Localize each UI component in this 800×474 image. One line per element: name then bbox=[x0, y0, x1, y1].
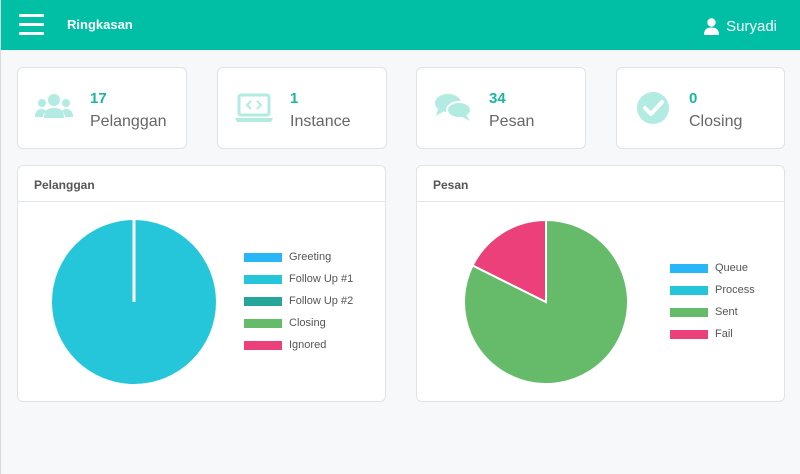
user-name: Suryadi bbox=[726, 17, 777, 35]
laptop-code-icon bbox=[235, 93, 273, 122]
legend-swatch bbox=[244, 274, 282, 284]
legend-item[interactable]: Sent bbox=[670, 301, 755, 323]
legend-swatch bbox=[670, 307, 708, 317]
legend-label: Sent bbox=[715, 306, 738, 318]
stat-card-instance: 1 Instance bbox=[217, 67, 387, 149]
pelanggan-legend: Greeting Follow Up #1 Follow Up #2 Closing I… bbox=[244, 246, 353, 356]
legend-item[interactable]: Ignored bbox=[244, 334, 353, 356]
legend-label: Ignored bbox=[289, 339, 327, 351]
panel-title: Pelanggan bbox=[34, 178, 95, 192]
legend-swatch bbox=[244, 252, 282, 262]
legend-item[interactable]: Greeting bbox=[244, 246, 353, 268]
check-circle-icon bbox=[637, 92, 669, 124]
panel-pelanggan: Pelanggan Greeting Follow Up #1 Follow Up … bbox=[17, 165, 386, 402]
panel-pesan: Pesan Queue Process Sent Fail bbox=[416, 165, 785, 402]
stat-value: 1 bbox=[290, 90, 299, 107]
panel-title: Pesan bbox=[433, 178, 469, 192]
users-icon bbox=[35, 94, 73, 118]
stat-value: 34 bbox=[489, 90, 506, 107]
pesan-pie-chart bbox=[463, 218, 629, 385]
legend-label: Closing bbox=[289, 317, 326, 329]
legend-label: Follow Up #1 bbox=[289, 273, 354, 285]
user-icon bbox=[704, 17, 720, 35]
legend-item[interactable]: Queue bbox=[670, 257, 755, 279]
legend-label: Queue bbox=[715, 262, 749, 274]
legend-label: Process bbox=[715, 284, 755, 296]
legend-label: Fail bbox=[715, 328, 733, 340]
user-menu[interactable]: Suryadi bbox=[704, 15, 777, 37]
legend-item[interactable]: Process bbox=[670, 279, 755, 301]
stat-card-closing: 0 Closing bbox=[616, 67, 785, 149]
stat-card-pelanggan: 17 Pelanggan bbox=[17, 67, 187, 149]
stat-value: 17 bbox=[90, 90, 107, 107]
stat-value: 0 bbox=[689, 90, 698, 107]
menu-toggle-icon[interactable] bbox=[19, 14, 44, 36]
legend-swatch bbox=[670, 329, 708, 339]
stat-label: Pelanggan bbox=[90, 113, 167, 130]
legend-item[interactable]: Fail bbox=[670, 323, 755, 345]
legend-item[interactable]: Follow Up #2 bbox=[244, 290, 353, 312]
legend-item[interactable]: Follow Up #1 bbox=[244, 268, 353, 290]
legend-swatch bbox=[244, 318, 282, 328]
page-title: Ringkasan bbox=[67, 17, 133, 32]
legend-label: Follow Up #2 bbox=[289, 295, 354, 307]
stat-label: Closing bbox=[689, 113, 743, 130]
legend-label: Greeting bbox=[289, 251, 332, 263]
stat-label: Instance bbox=[290, 113, 351, 130]
legend-swatch bbox=[244, 296, 282, 306]
stat-label: Pesan bbox=[489, 113, 535, 130]
legend-swatch bbox=[670, 285, 708, 295]
panel-header: Pelanggan bbox=[18, 166, 385, 202]
panel-header: Pesan bbox=[417, 166, 784, 202]
legend-swatch bbox=[244, 340, 282, 350]
top-navbar: Ringkasan Suryadi bbox=[1, 0, 800, 50]
pelanggan-pie-chart bbox=[52, 220, 216, 384]
comments-icon bbox=[435, 94, 472, 121]
legend-item[interactable]: Closing bbox=[244, 312, 353, 334]
pesan-legend: Queue Process Sent Fail bbox=[670, 257, 755, 345]
stat-card-pesan: 34 Pesan bbox=[416, 67, 586, 149]
legend-swatch bbox=[670, 263, 708, 273]
